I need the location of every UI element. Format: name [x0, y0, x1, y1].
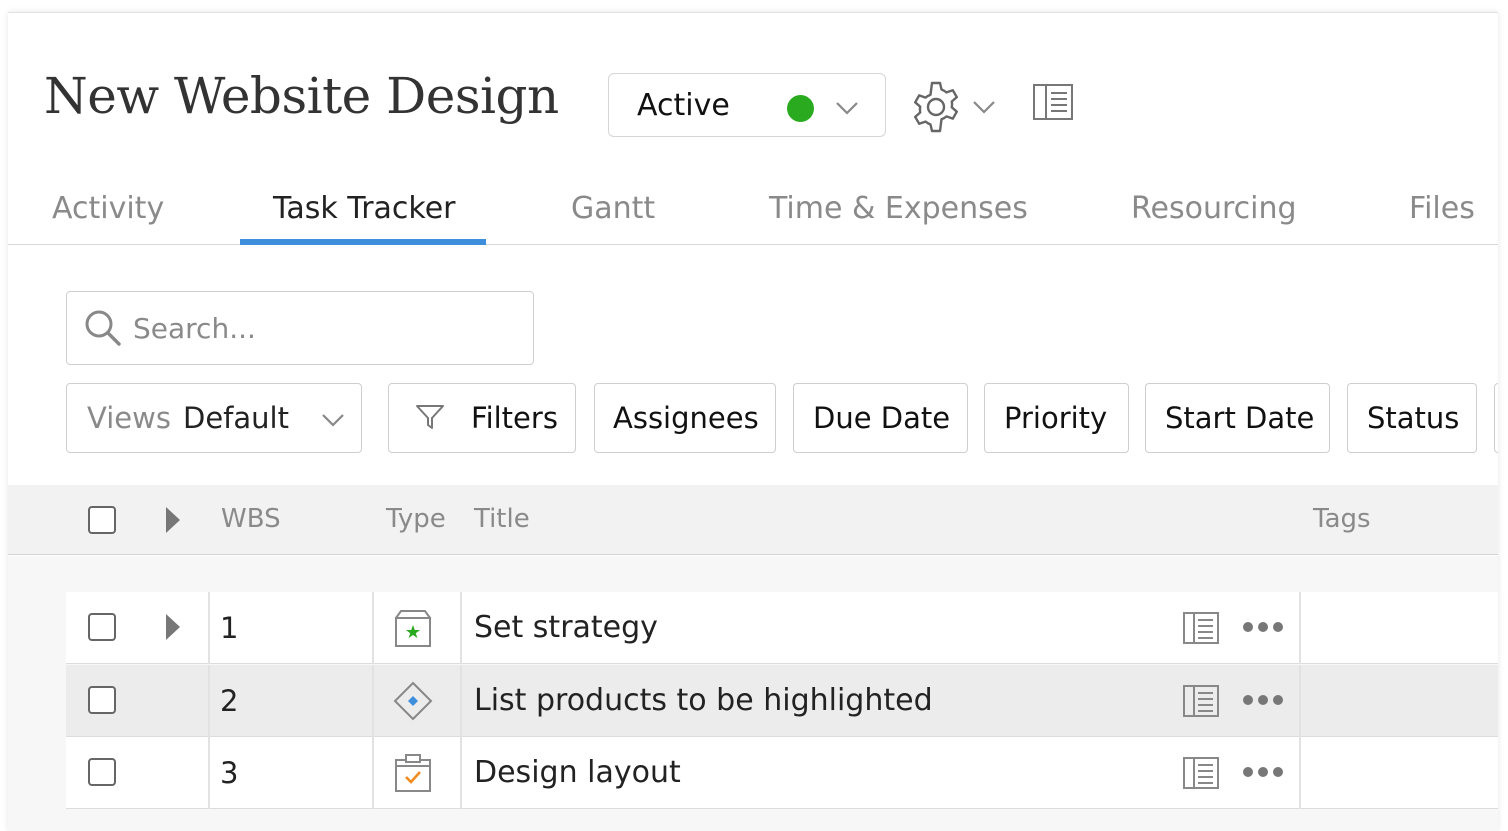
status-filter-button[interactable]: Status: [1347, 383, 1477, 453]
row-title[interactable]: Design layout: [474, 755, 681, 790]
column-divider: [460, 737, 462, 809]
task-checkmark-icon: [395, 754, 431, 792]
column-divider: [208, 737, 210, 809]
status-filter-label: Status: [1367, 401, 1460, 435]
column-title[interactable]: Title: [474, 504, 530, 534]
column-divider: [460, 592, 462, 664]
priority-filter-button[interactable]: Priority: [984, 383, 1129, 453]
priority-label: Priority: [1004, 401, 1108, 435]
more-options-icon[interactable]: [1242, 620, 1284, 634]
status-dot-icon: [787, 95, 814, 122]
row-title[interactable]: Set strategy: [474, 610, 658, 645]
column-divider: [1299, 592, 1301, 664]
table-header: WBS Type Title Tags: [8, 485, 1498, 555]
group-star-icon: [395, 610, 431, 647]
status-label: Active: [637, 88, 730, 123]
settings-menu-button[interactable]: [908, 79, 1002, 133]
assignees-filter-button[interactable]: Assignees: [594, 383, 776, 453]
column-divider: [372, 665, 374, 737]
more-options-icon[interactable]: [1242, 765, 1284, 779]
tab-files[interactable]: Files: [1409, 191, 1475, 226]
column-divider: [208, 665, 210, 737]
chevron-down-icon: [836, 102, 858, 115]
row-checkbox[interactable]: [88, 758, 116, 786]
chevron-down-icon: [973, 101, 995, 114]
tab-resourcing[interactable]: Resourcing: [1131, 191, 1297, 226]
project-title: New Website Design: [44, 67, 559, 125]
details-panel-icon[interactable]: [1182, 611, 1220, 645]
column-divider: [460, 665, 462, 737]
project-window: New Website Design Active Activity Task …: [8, 12, 1498, 831]
tab-time-expenses[interactable]: Time & Expenses: [769, 191, 1028, 226]
filter-funnel-icon: [416, 405, 444, 429]
chevron-down-icon: [322, 414, 344, 427]
expand-row-icon[interactable]: [166, 614, 180, 640]
expand-all-icon[interactable]: [166, 507, 180, 533]
row-checkbox[interactable]: [88, 613, 116, 641]
tab-activity[interactable]: Activity: [52, 191, 164, 226]
column-divider: [1299, 737, 1301, 809]
tab-task-tracker[interactable]: Task Tracker: [273, 191, 456, 226]
table-row[interactable]: 3 Design layout: [66, 737, 1498, 809]
row-wbs: 1: [220, 611, 239, 645]
milestone-diamond-icon: [393, 681, 433, 721]
column-tags[interactable]: Tags: [1313, 504, 1371, 534]
column-type[interactable]: Type: [386, 504, 446, 534]
column-divider: [208, 592, 210, 664]
column-divider: [372, 592, 374, 664]
table-row[interactable]: 2 List products to be highlighted: [66, 665, 1498, 737]
more-filter-button-partial[interactable]: [1494, 383, 1498, 453]
column-wbs[interactable]: WBS: [221, 504, 281, 534]
details-panel-icon[interactable]: [1182, 756, 1220, 790]
tab-gantt[interactable]: Gantt: [571, 191, 655, 226]
views-label: Views: [87, 401, 171, 435]
details-panel-icon: [1033, 84, 1073, 120]
status-dropdown[interactable]: Active: [608, 73, 886, 137]
start-date-filter-button[interactable]: Start Date: [1145, 383, 1330, 453]
project-tabs: Activity Task Tracker Gantt Time & Expen…: [8, 183, 1498, 245]
views-dropdown[interactable]: Views Default: [66, 383, 362, 453]
row-title[interactable]: List products to be highlighted: [474, 683, 933, 718]
row-checkbox[interactable]: [88, 686, 116, 714]
start-date-label: Start Date: [1165, 401, 1315, 435]
details-panel-icon[interactable]: [1182, 684, 1220, 718]
row-wbs: 2: [220, 684, 239, 718]
search-box: [66, 291, 534, 365]
due-date-filter-button[interactable]: Due Date: [793, 383, 968, 453]
more-options-icon[interactable]: [1242, 693, 1284, 707]
column-divider: [1299, 665, 1301, 737]
table-row[interactable]: 1 Set strategy: [66, 592, 1498, 664]
select-all-checkbox[interactable]: [88, 506, 116, 534]
search-input[interactable]: [133, 304, 513, 352]
row-wbs: 3: [220, 756, 239, 790]
views-value: Default: [183, 401, 289, 435]
active-tab-indicator: [240, 239, 486, 245]
assignees-label: Assignees: [613, 401, 759, 435]
gear-icon: [914, 81, 958, 133]
due-date-label: Due Date: [813, 401, 951, 435]
details-panel-button[interactable]: [1032, 83, 1080, 131]
filters-label: Filters: [471, 401, 558, 435]
filters-button[interactable]: Filters: [388, 383, 576, 453]
column-divider: [372, 737, 374, 809]
search-icon: [85, 310, 121, 346]
